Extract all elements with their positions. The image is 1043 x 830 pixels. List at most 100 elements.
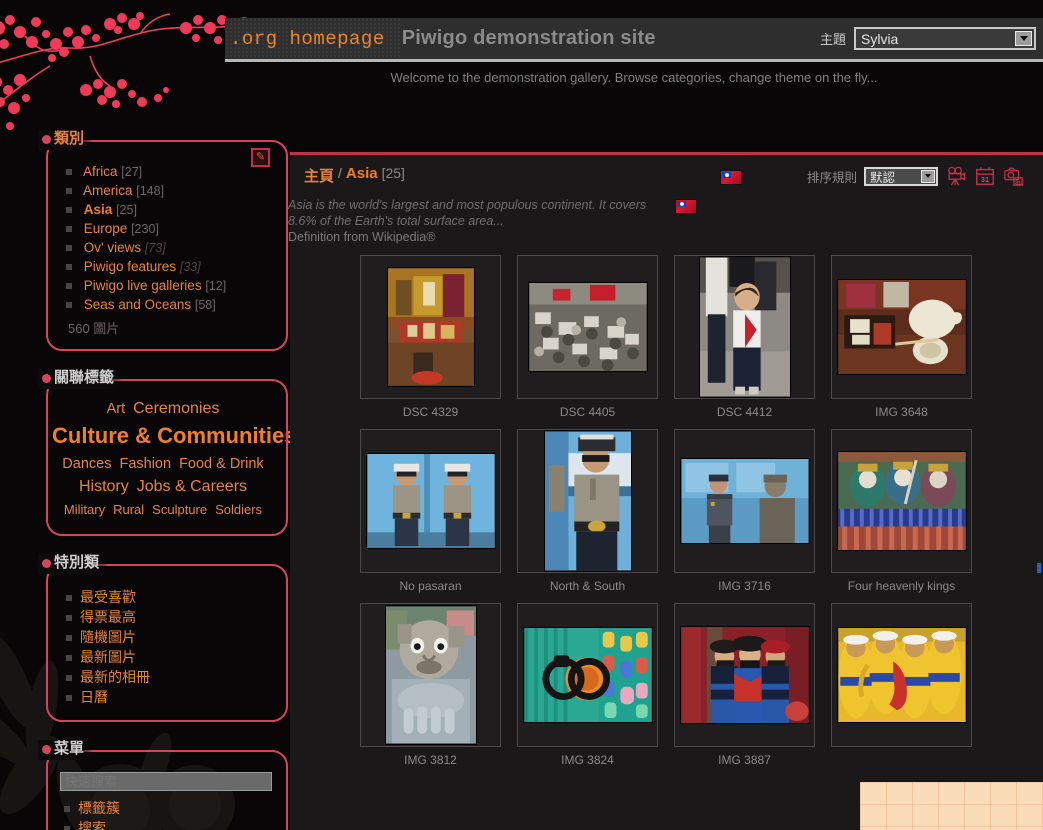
specials-body: 最受喜歡 得票最高 隨機圖片 最新圖片 最新的相冊 日曆 — [38, 574, 288, 722]
calendar-created-icon[interactable]: 31 — [1003, 165, 1025, 187]
category-count: [230] — [131, 222, 159, 236]
thumbnail-frame[interactable] — [517, 603, 658, 747]
taiwan-flag-icon-drag[interactable] — [675, 199, 697, 214]
thumbnail-frame[interactable] — [831, 603, 972, 747]
thumbnail-item[interactable]: IMG 3648 — [831, 255, 972, 419]
tag-food-drink[interactable]: Food & Drink — [179, 456, 264, 472]
category-list: Africa [27] America [148] Asia [25] Euro… — [66, 163, 274, 314]
thumbnail-item[interactable]: IMG 3812 — [360, 603, 501, 767]
sidebar-item-recent-albums[interactable]: 最新的相冊 — [66, 668, 274, 686]
quick-search-input[interactable] — [60, 772, 272, 791]
thumbnail-caption: DSC 4329 — [360, 405, 501, 419]
thumbnail-item[interactable] — [831, 603, 972, 767]
thumbnail-caption: IMG 3824 — [517, 753, 658, 767]
thumbnail-item[interactable]: DSC 4405 — [517, 255, 658, 419]
thumbnail-frame[interactable] — [674, 255, 815, 399]
sidebar-item-piwigo-live-galleries[interactable]: Piwigo live galleries [12] — [66, 277, 274, 295]
thumbnail-frame[interactable] — [517, 255, 658, 399]
breadcrumb-home[interactable]: 主頁 — [304, 165, 334, 186]
edit-categories-icon[interactable]: ✎ — [251, 148, 270, 167]
sidebar-item-recent-pictures[interactable]: 最新圖片 — [66, 648, 274, 666]
thumbnail-frame[interactable] — [674, 603, 815, 747]
thumbnail-frame[interactable] — [831, 429, 972, 573]
theme-select[interactable]: Sylvia — [854, 27, 1036, 50]
panel-dot — [42, 135, 51, 144]
tag-jobs-careers[interactable]: Jobs & Careers — [137, 478, 247, 495]
category-count: [25] — [116, 203, 137, 217]
thumbnail-item[interactable]: IMG 3716 — [674, 429, 815, 593]
sidebar-item-ov-views[interactable]: Ov' views [73] — [66, 239, 274, 257]
thumbnail-item[interactable]: DSC 4412 — [674, 255, 815, 419]
sidebar-item-seas-and-oceans[interactable]: Seas and Oceans [58] — [66, 296, 274, 314]
thumbnail-image-yellow-dancers — [837, 627, 967, 723]
thumbnail-image-img3887 — [680, 626, 810, 724]
thumbnail-frame[interactable] — [360, 429, 501, 573]
thumbnail-image-four-heavenly-kings — [837, 451, 967, 551]
tag-history[interactable]: History — [79, 478, 129, 495]
sidebar-item-africa[interactable]: Africa [27] — [66, 163, 274, 181]
thumbnail-image-img3812 — [385, 605, 477, 745]
thumbnail-item[interactable]: North & South — [517, 429, 658, 593]
thumbnail-item[interactable]: Four heavenly kings — [831, 429, 972, 593]
tag-culture-communities[interactable]: Culture & Communities — [52, 423, 296, 448]
sidebar-item-europe[interactable]: Europe [230] — [66, 220, 274, 238]
sidebar-item-piwigo-features[interactable]: Piwigo features [33] — [66, 258, 274, 276]
tag-ceremonies[interactable]: Ceremonies — [133, 400, 219, 417]
category-name: Seas and Oceans — [84, 297, 191, 312]
tag-soldiers[interactable]: Soldiers — [215, 502, 262, 517]
welcome-message: Welcome to the demonstration gallery. Br… — [225, 70, 1043, 85]
piwigo-gallery-page: .org homepage Piwigo demonstration site … — [0, 0, 1043, 830]
main-content: 主頁 / Asia [25] 排序規則 默認 — [290, 152, 1043, 830]
breadcrumb-bar: 主頁 / Asia [25] 排序規則 默認 — [290, 155, 1043, 195]
thumbnail-row: DSC 4329 — [290, 255, 1043, 419]
panel-dot — [42, 374, 51, 383]
thumbnail-frame[interactable] — [674, 429, 815, 573]
svg-text:31: 31 — [981, 175, 989, 184]
sidebar-item-search[interactable]: 搜索 — [64, 819, 274, 830]
bottom-right-overlay-panel — [860, 782, 1043, 830]
thumbnail-frame[interactable] — [831, 255, 972, 399]
thumbnail-caption: DSC 4412 — [674, 405, 815, 419]
taiwan-flag-icon[interactable] — [720, 170, 742, 185]
tag-sculpture[interactable]: Sculpture — [152, 502, 207, 517]
tag-rural[interactable]: Rural — [113, 502, 144, 517]
cherry-blossom-decoration — [0, 0, 250, 151]
thumbnail-image-img3824 — [523, 627, 653, 723]
calendar-posted-icon[interactable]: 31 — [974, 165, 996, 187]
sidebar-item-asia[interactable]: Asia [25] — [66, 201, 274, 219]
tag-art[interactable]: Art — [107, 401, 126, 417]
sidebar-item-calendar[interactable]: 日曆 — [66, 688, 274, 706]
tag-dances[interactable]: Dances — [62, 456, 111, 472]
category-count: [12] — [205, 279, 226, 293]
menu-body: 標籤簇 搜索 評論 關於 通知 — [38, 760, 288, 830]
sidebar-item-tag-cloud[interactable]: 標籤簇 — [64, 799, 274, 817]
thumbnail-item[interactable]: IMG 3824 — [517, 603, 658, 767]
scrollbar-thumb[interactable] — [1037, 563, 1041, 573]
sidebar-item-best-rated[interactable]: 得票最高 — [66, 608, 274, 626]
thumbnail-item[interactable]: DSC 4329 — [360, 255, 501, 419]
theme-label: 主題 — [820, 29, 846, 48]
thumbnail-row: IMG 3812 — [290, 603, 1043, 767]
thumbnail-frame[interactable] — [360, 255, 501, 399]
total-image-count: 560 圖片 — [66, 318, 274, 337]
sidebar-panel-menu: 菜單 標籤簇 搜索 評論 關於 通知 — [38, 740, 288, 830]
slideshow-camera-icon[interactable] — [945, 165, 967, 187]
tag-fashion[interactable]: Fashion — [119, 456, 171, 472]
tag-military[interactable]: Military — [64, 502, 105, 517]
thumbnail-item[interactable]: IMG 3887 — [674, 603, 815, 767]
thumbnail-frame[interactable] — [517, 429, 658, 573]
thumbnail-frame[interactable] — [360, 603, 501, 747]
breadcrumb-count: [25] — [382, 165, 405, 181]
category-name: Europe — [84, 221, 128, 236]
chevron-down-icon[interactable] — [1015, 31, 1032, 46]
category-count: [148] — [136, 184, 164, 198]
thumbnail-item[interactable]: No pasaran — [360, 429, 501, 593]
panel-dot — [42, 745, 51, 754]
sidebar-item-most-liked[interactable]: 最受喜歡 — [66, 588, 274, 606]
sort-select[interactable]: 默認 — [864, 167, 938, 186]
chevron-down-icon[interactable] — [921, 170, 935, 183]
sidebar-item-random-pictures[interactable]: 隨機圖片 — [66, 628, 274, 646]
thumbnail-caption: IMG 3812 — [360, 753, 501, 767]
category-name: Ov' views — [84, 240, 141, 255]
sidebar-item-america[interactable]: America [148] — [66, 182, 274, 200]
